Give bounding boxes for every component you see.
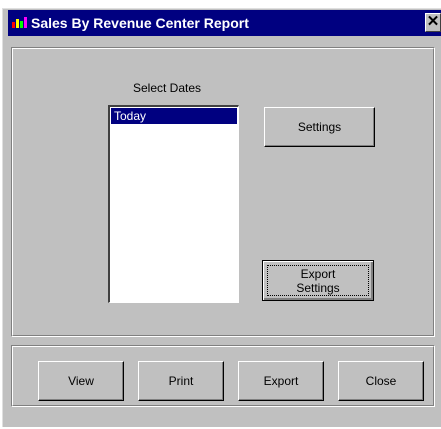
close-window-button[interactable]: ✕ [425, 13, 441, 32]
view-button[interactable]: View [38, 361, 124, 401]
dates-listbox[interactable]: Today [108, 105, 239, 303]
title-bar[interactable]: Sales By Revenue Center Report ✕ [8, 10, 441, 36]
close-icon: ✕ [426, 13, 440, 30]
app-icon [12, 16, 28, 30]
export-settings-button[interactable]: Export Settings [262, 260, 374, 301]
print-button[interactable]: Print [138, 361, 224, 401]
window-title: Sales By Revenue Center Report [31, 15, 249, 31]
export-button[interactable]: Export [238, 361, 324, 401]
settings-button-label: Settings [297, 120, 342, 134]
select-dates-label: Select Dates [133, 81, 202, 95]
close-button[interactable]: Close [338, 361, 424, 401]
settings-button[interactable]: Settings [264, 107, 375, 147]
export-settings-button-label: Export Settings [296, 266, 340, 295]
list-item[interactable]: Today [111, 108, 237, 124]
